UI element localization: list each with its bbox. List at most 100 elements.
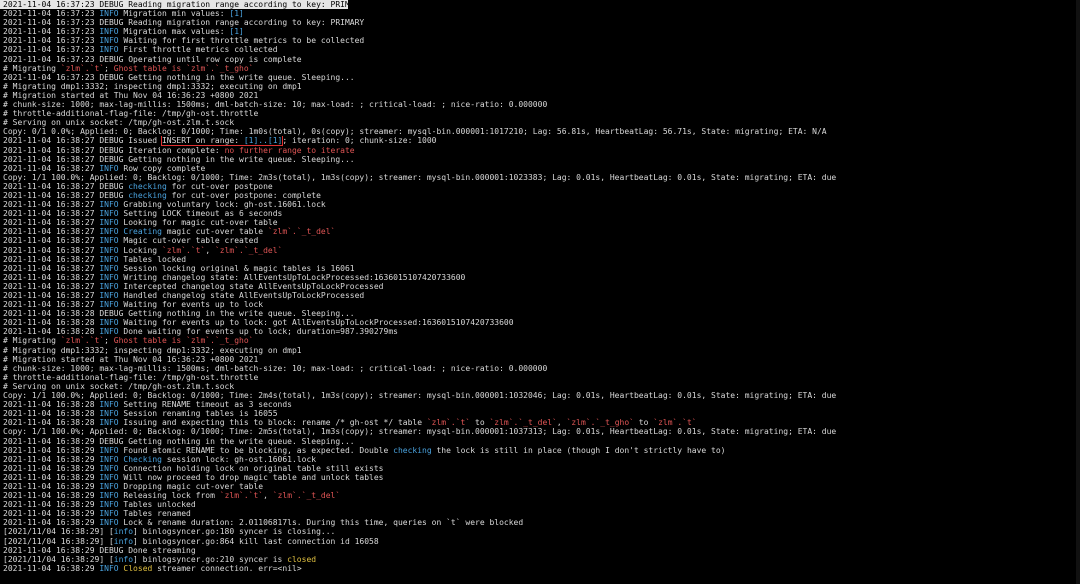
log-text: closed — [287, 554, 317, 564]
log-text: to — [470, 418, 490, 428]
log-text: # Migrating dmp1:3332; inspecting dmp1:3… — [3, 81, 302, 91]
highlight-box: INSERT on range: [1]..[1] — [160, 136, 284, 146]
log-line: # Serving on unix socket: /tmp/gh-ost.zl… — [3, 118, 1076, 127]
log-text: 2021-11-04 16:38:29 — [3, 445, 100, 455]
log-line: 2021-11-04 16:38:27 INFO Session locking… — [3, 264, 1076, 273]
log-line: 2021-11-04 16:38:27 INFO Grabbing volunt… — [3, 200, 1076, 209]
log-text: [1]..[1] — [243, 136, 283, 146]
log-text: INFO — [99, 481, 119, 491]
log-text: Looking for magic cut-over table — [118, 218, 278, 228]
log-line: 2021-11-04 16:38:29 INFO Tables renamed — [3, 509, 1076, 518]
log-text: streamer connection. err=<nil> — [152, 563, 302, 573]
log-line: # Migrating `zlm`.`t`; Ghost table is `z… — [3, 64, 1076, 73]
log-text: `zlm`.`_t_del` — [267, 227, 336, 237]
log-text: INFO — [99, 563, 119, 573]
log-text: 2021-11-04 16:38:27 — [3, 263, 100, 273]
log-text: 2021-11-04 16:38:27 — [3, 163, 100, 173]
log-text: Magic cut-over table created — [118, 236, 259, 246]
log-line: 2021-11-04 16:38:29 INFO Will now procee… — [3, 473, 1076, 482]
log-line: 2021-11-04 16:37:23 DEBUG Reading migrat… — [3, 18, 1076, 27]
log-text: INFO — [99, 472, 119, 482]
log-text: 2021-11-04 16:38:27 DEBUG Getting nothin… — [3, 154, 355, 164]
log-text: 2021-11-04 16:38:29 — [3, 500, 100, 510]
log-text: , — [205, 245, 215, 255]
log-text: `zlm`.`t` — [60, 336, 105, 346]
log-line: 2021-11-04 16:38:27 DEBUG Iteration comp… — [3, 146, 1076, 155]
log-text: 2021-11-04 16:38:27 — [3, 291, 100, 300]
log-line: 2021-11-04 16:38:28 INFO Waiting for eve… — [3, 318, 1076, 327]
log-text: 2021-11-04 16:38:29 — [3, 472, 100, 482]
log-text: ] binlogsyncer.go:180 syncer is closing.… — [133, 527, 336, 537]
log-text: [2021/11/04 16:38:29] [ — [3, 536, 114, 546]
log-text: INFO — [99, 200, 119, 210]
log-text: Setting RENAME timeout as 3 seconds — [118, 400, 292, 410]
log-text: INFO — [99, 27, 119, 37]
log-text: `zlm`.`t` — [60, 63, 105, 73]
log-text: `zlm`.`t` — [219, 491, 264, 501]
log-line: 2021-11-04 16:38:29 INFO Dropping magic … — [3, 482, 1076, 491]
log-text: , — [263, 491, 273, 501]
terminal-window[interactable]: 2021-11-04 16:37:23 DEBUG Reading migrat… — [0, 0, 1080, 584]
log-line: Copy: 1/1 100.0%; Applied: 0; Backlog: 0… — [3, 173, 1076, 182]
scrollbar[interactable] — [1076, 0, 1080, 584]
log-text: First throttle metrics collected — [118, 45, 278, 55]
log-text: ] binlogsyncer.go:210 syncer is — [133, 554, 288, 564]
log-text: Lock & rename duration: 2.01106817ls. Du… — [118, 518, 524, 528]
log-text: INSERT on range: — [161, 136, 244, 146]
log-text: 2021-11-04 16:38:28 — [3, 318, 100, 328]
log-text: 2021-11-04 16:38:28 — [3, 409, 100, 419]
log-text: INFO — [99, 318, 119, 328]
log-text: Waiting for events up to lock: got AllEv… — [118, 318, 514, 328]
log-line: 2021-11-04 16:37:23 INFO Migration min v… — [3, 9, 1076, 18]
log-text: [1] — [229, 9, 244, 19]
log-text: INFO — [99, 218, 119, 228]
log-text: [2021/11/04 16:38:29] [ — [3, 527, 114, 537]
log-line: 2021-11-04 16:37:23 INFO Migration max v… — [3, 27, 1076, 36]
log-text: ; — [104, 63, 114, 73]
log-text: checking — [128, 190, 167, 200]
log-text: Grabbing voluntary lock: gh-ost.16061.lo… — [118, 200, 326, 210]
log-text: INFO — [99, 327, 119, 337]
log-text: Copy: 1/1 100.0%; Applied: 0; Backlog: 0… — [3, 427, 837, 437]
log-text: for cut-over postpone — [166, 181, 273, 191]
log-text: ] binlogsyncer.go:864 kill last connecti… — [133, 536, 379, 546]
log-text: 2021-11-04 16:38:27 — [3, 300, 100, 310]
log-text: Issuing and expecting this to block: ren… — [118, 418, 427, 428]
log-text: Closed — [123, 563, 153, 573]
log-text: INFO — [99, 36, 119, 46]
log-text: info — [113, 554, 134, 564]
log-line: 2021-11-04 16:38:29 DEBUG Done streaming — [3, 546, 1076, 555]
log-line: # Serving on unix socket: /tmp/gh-ost.zl… — [3, 382, 1076, 391]
log-text: Migration max values: — [118, 27, 230, 37]
log-text: Intercepted changelog state AllEventsUpT… — [118, 281, 384, 291]
log-text: `zlm`.`_t_del` — [489, 418, 557, 428]
log-text: # Migrating — [3, 336, 61, 346]
log-text: Waiting for events up to lock — [118, 300, 264, 310]
log-text: Will now proceed to drop magic table and… — [118, 472, 384, 482]
log-text: INFO — [99, 509, 119, 519]
log-text: Migration min values: — [118, 9, 230, 19]
log-text: 2021-11-04 16:38:28 — [3, 418, 100, 428]
log-line: [2021/11/04 16:38:29] [info] binlogsynce… — [3, 527, 1076, 536]
log-line: 2021-11-04 16:37:23 INFO Waiting for fir… — [3, 36, 1076, 45]
log-text: to — [633, 418, 654, 428]
log-line: 2021-11-04 16:38:29 INFO Releasing lock … — [3, 491, 1076, 500]
log-text: INFO — [99, 291, 119, 300]
log-line: 2021-11-04 16:38:29 DEBUG Getting nothin… — [3, 437, 1076, 446]
log-text: 2021-11-04 16:38:27 — [3, 281, 100, 291]
log-text: # Migrating dmp1:3332; inspecting dmp1:3… — [3, 345, 302, 355]
log-line: # Migrating dmp1:3332; inspecting dmp1:3… — [3, 82, 1076, 91]
log-text: 2021-11-04 16:38:29 — [3, 518, 100, 528]
log-text: 2021-11-04 16:38:27 — [3, 218, 100, 228]
log-text: 2021-11-04 16:38:28 — [3, 327, 100, 337]
log-text: 2021-11-04 16:38:29 DEBUG Getting nothin… — [3, 436, 355, 446]
log-text: INFO — [99, 518, 119, 528]
log-line: # Migrating dmp1:3332; inspecting dmp1:3… — [3, 346, 1076, 355]
log-text: INFO — [99, 463, 119, 473]
log-text: INFO — [99, 45, 119, 55]
log-line: 2021-11-04 16:38:27 INFO Waiting for eve… — [3, 300, 1076, 309]
log-text: 2021-11-04 16:37:23 DEBUG Operating unti… — [3, 54, 302, 64]
log-line: 2021-11-04 16:38:27 DEBUG Getting nothin… — [3, 155, 1076, 164]
log-text: info — [113, 527, 134, 537]
log-text: no further range to iterate — [224, 145, 355, 155]
